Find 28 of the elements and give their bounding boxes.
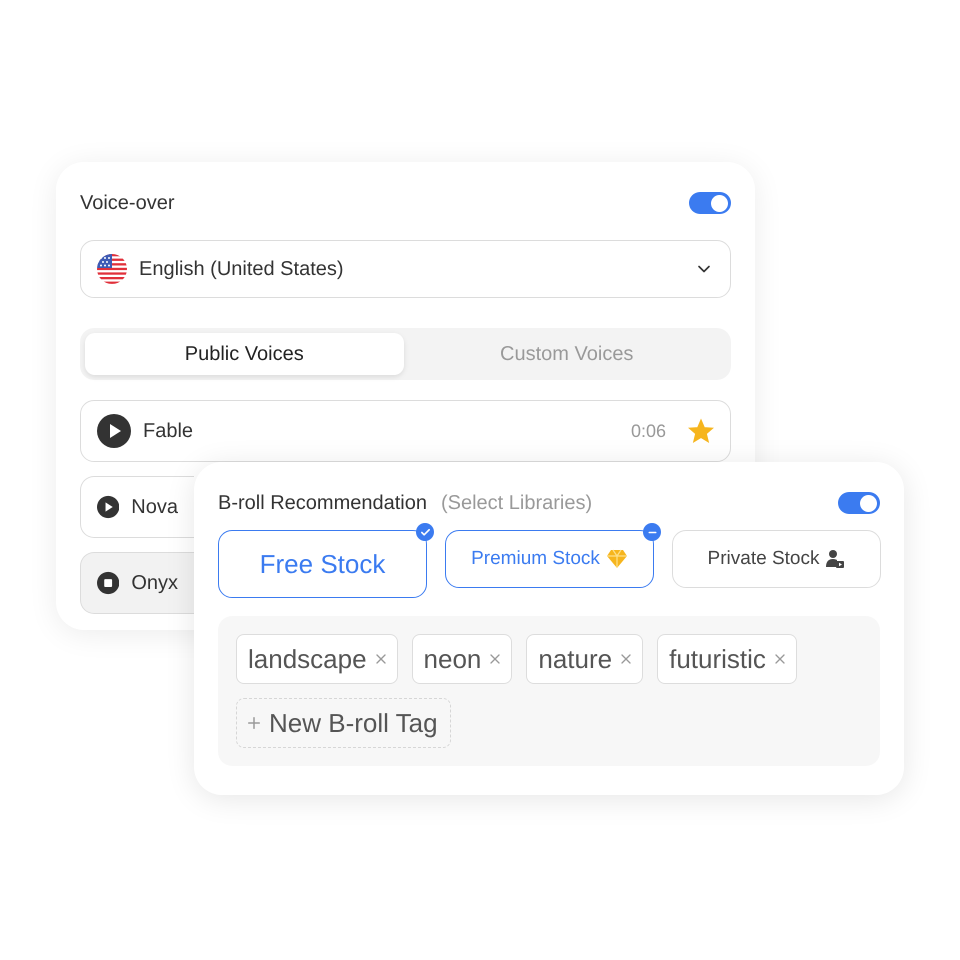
voice-row[interactable]: Onyx [80, 552, 194, 614]
plus-icon [245, 714, 263, 732]
toggle-switch[interactable] [689, 192, 731, 214]
voice-duration: 0:06 [630, 420, 666, 442]
toggle-switch[interactable] [838, 492, 880, 514]
section-subtitle: (Select Libraries) [440, 491, 594, 516]
person-video-icon [825, 549, 846, 569]
new-tag-button[interactable]: New B-roll Tag [236, 698, 451, 748]
play-icon[interactable] [97, 414, 131, 448]
diamond-icon [606, 549, 628, 569]
tag-label: nature [538, 642, 612, 676]
voice-name: Nova [131, 495, 178, 520]
tag-label: futuristic [669, 642, 766, 676]
library-option[interactable]: Premium Stock [445, 530, 654, 588]
library-option[interactable]: Private Stock [672, 530, 881, 588]
voice-row[interactable]: Fable 0:06 [80, 400, 731, 462]
tag-label: neon [424, 642, 482, 676]
library-option[interactable]: Free Stock [218, 530, 427, 598]
voice-row[interactable]: Nova [80, 476, 194, 538]
voice-tab[interactable]: Public Voices [85, 333, 404, 375]
section-title: Voice-over [80, 191, 174, 216]
star-icon[interactable] [688, 418, 714, 444]
voice-name: Fable [143, 419, 194, 444]
language-dropdown[interactable]: English (United States) [80, 240, 731, 298]
section-title: B-roll Recommendation [218, 491, 427, 516]
flag-icon [97, 254, 127, 284]
voice-name: Onyx [131, 571, 178, 596]
tag-label: landscape [248, 642, 367, 676]
